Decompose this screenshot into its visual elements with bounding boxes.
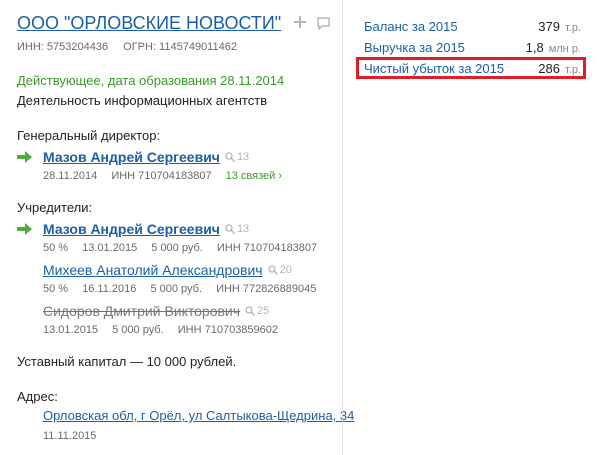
- founder-share: 50 %: [43, 283, 69, 295]
- founder-name[interactable]: Михеев Анатолий Александрович: [43, 261, 263, 279]
- founder-name[interactable]: Мазов Андрей Сергеевич: [43, 220, 220, 238]
- founder-meta: 50 % 13.01.2015 5 000 руб. ИНН 710704183…: [43, 240, 328, 256]
- search-icon: [267, 265, 278, 275]
- director-count: 13: [236, 151, 250, 163]
- founder-date: 16.11.2016: [82, 283, 137, 295]
- capital-text: Уставный капитал — 10 000 рублей.: [17, 354, 237, 369]
- director-meta: 28.11.2014 ИНН 710704183807 13 связей ›: [43, 168, 293, 184]
- founder-item: Михеев Анатолий Александрович 20 50 % 16…: [17, 261, 327, 297]
- company-title[interactable]: ООО "ОРЛОВСКИЕ НОВОСТИ": [17, 11, 281, 35]
- arrow-right-icon: [17, 223, 32, 235]
- founder-date: 13.01.2015: [43, 324, 99, 336]
- founder-amount: 5 000 руб.: [151, 242, 203, 254]
- address-date: 11.11.2015: [43, 430, 97, 442]
- finance-row-balance: Баланс за 2015 379 т.р.: [364, 17, 581, 35]
- director-links[interactable]: 13 связей ›: [226, 170, 282, 182]
- net-loss-highlight-box: [356, 57, 586, 79]
- comment-icon[interactable]: [317, 16, 330, 30]
- finance-value: 379: [538, 18, 560, 34]
- finance-unit: млн р.: [548, 42, 581, 55]
- inn-text: ИНН: 5753204436: [17, 41, 109, 53]
- founder-count: 20: [279, 264, 292, 276]
- finance-label[interactable]: Баланс за 2015: [364, 19, 458, 34]
- search-icon: [245, 306, 256, 316]
- director-date: 28.11.2014: [43, 170, 98, 182]
- founder-amount: 5 000 руб.: [112, 324, 164, 336]
- title-row: ООО "ОРЛОВСКИЕ НОВОСТИ": [17, 11, 330, 35]
- address-link[interactable]: Орловская обл, г Орёл, ул Салтыкова-Щедр…: [43, 408, 354, 423]
- founder-inn: ИНН 710703859602: [177, 324, 279, 336]
- status-text: Действующее, дата образования 28.11.2014: [17, 73, 285, 88]
- address-label: Адрес:: [17, 389, 58, 404]
- founder-meta: 50 % 16.11.2016 5 000 руб. ИНН 772826889…: [43, 281, 327, 297]
- founder-inn: ИНН 710704183807: [216, 242, 318, 254]
- search-icon: [225, 152, 235, 162]
- founder-search[interactable]: 25: [245, 305, 269, 317]
- director-label: Генеральный директор:: [17, 128, 161, 143]
- founder-item: Мазов Андрей Сергеевич 13 50 % 13.01.201…: [17, 220, 328, 256]
- activity-text: Деятельность информационных агентств: [17, 93, 268, 108]
- founder-inn: ИНН 772826889045: [216, 283, 317, 295]
- finance-label[interactable]: Выручка за 2015: [364, 40, 465, 55]
- founder-meta: 13.01.2015 5 000 руб. ИНН 710703859602: [43, 322, 289, 338]
- founder-date: 13.01.2015: [82, 242, 138, 254]
- director-inn: ИНН 710704183807: [111, 170, 212, 182]
- founder-name[interactable]: Сидоров Дмитрий Викторович: [43, 302, 240, 320]
- finance-value: 1,8: [525, 39, 544, 55]
- director-search[interactable]: 13: [225, 151, 249, 163]
- search-icon: [225, 224, 235, 234]
- founder-count: 25: [257, 305, 270, 317]
- founder-search[interactable]: 13: [225, 223, 249, 235]
- company-card: ООО "ОРЛОВСКИЕ НОВОСТИ" ИНН: 5753204436 …: [0, 0, 354, 455]
- founder-item-former: Сидоров Дмитрий Викторович 25 13.01.2015…: [17, 302, 289, 338]
- founder-amount: 5 000 руб.: [150, 283, 203, 295]
- ogrn-text: ОГРН: 1145749011462: [123, 41, 237, 53]
- plus-icon[interactable]: [294, 16, 307, 28]
- director-name[interactable]: Мазов Андрей Сергеевич: [43, 148, 220, 166]
- finance-panel: Баланс за 2015 379 т.р. Выручка за 2015 1…: [343, 0, 600, 455]
- arrow-right-icon: [17, 151, 32, 163]
- founders-label: Учредители:: [17, 200, 93, 215]
- finance-unit: т.р.: [564, 21, 581, 34]
- company-ids: ИНН: 5753204436 ОГРН: 1145749011462: [17, 41, 237, 53]
- founder-count: 13: [236, 223, 250, 235]
- finance-row-revenue: Выручка за 2015 1,8 млн р.: [364, 38, 581, 56]
- director-entry: Мазов Андрей Сергеевич 13 28.11.2014 ИНН…: [17, 148, 293, 184]
- founder-share: 50 %: [43, 242, 69, 254]
- founder-search[interactable]: 20: [267, 264, 292, 276]
